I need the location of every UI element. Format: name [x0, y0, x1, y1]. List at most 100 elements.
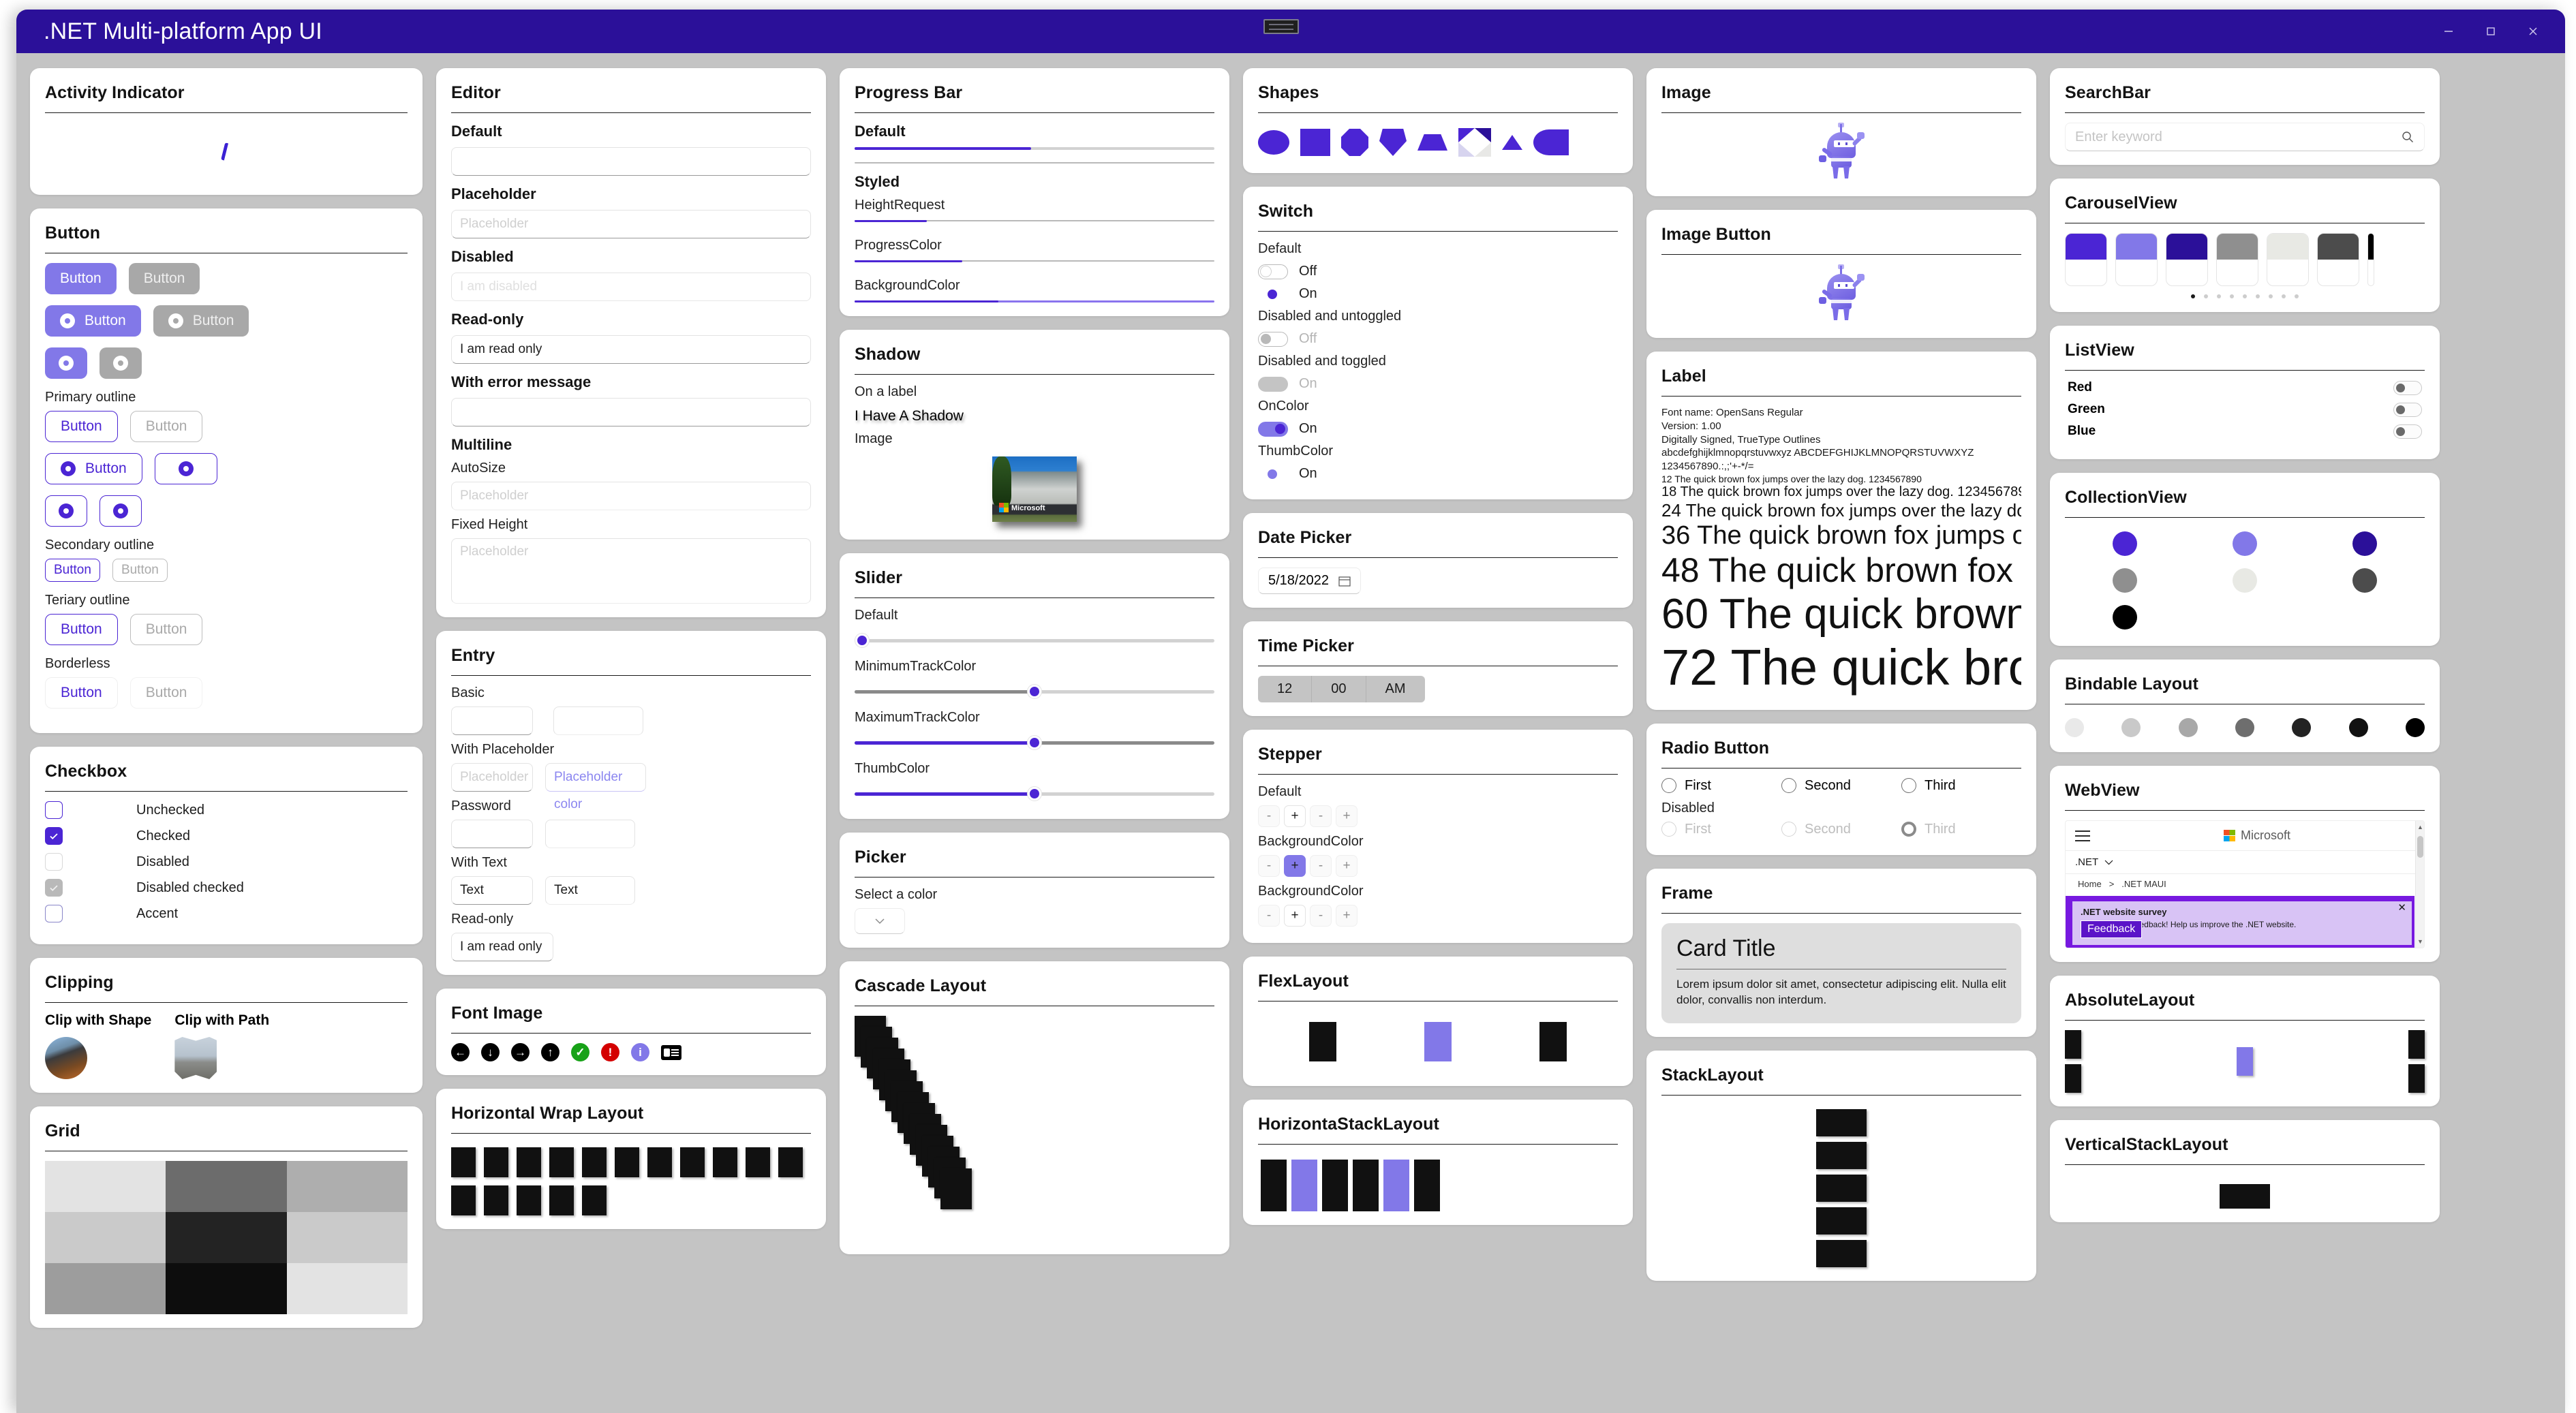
outline-square-button-2[interactable]	[99, 495, 142, 527]
radio-second[interactable]: Second	[1781, 778, 1901, 794]
survey-close-icon[interactable]: ✕	[2397, 901, 2406, 914]
switch-row-off[interactable]: Off	[1258, 264, 1618, 279]
switch-oncolor[interactable]	[1258, 421, 1288, 437]
carousel-dot[interactable]	[2204, 294, 2208, 298]
feedback-button[interactable]: Feedback	[2081, 920, 2143, 938]
radio-first[interactable]: First	[1661, 778, 1781, 794]
date-picker[interactable]: 5/18/2022	[1258, 568, 1361, 594]
switch-on[interactable]	[1258, 287, 1288, 302]
webview-frame[interactable]: Microsoft .NET Home > .NET MAUI .NET web…	[2065, 820, 2425, 948]
switch-row-thumbcolor[interactable]: On	[1258, 466, 1618, 482]
scroll-down-icon[interactable]: ▼	[2417, 938, 2423, 945]
radio-third[interactable]: Third	[1901, 778, 2021, 794]
carousel-dot[interactable]	[2256, 294, 2260, 298]
list-item[interactable]: Blue	[2068, 424, 2422, 439]
entry-basic-input-2[interactable]	[553, 706, 643, 735]
hamburger-menu-icon[interactable]	[2075, 827, 2090, 845]
checkbox-accent[interactable]	[45, 905, 63, 922]
webview-scrollbar[interactable]: ▲ ▼	[2415, 821, 2424, 948]
editor-error-input[interactable]	[451, 398, 811, 426]
list-item[interactable]: Green	[2068, 402, 2422, 417]
time-meridiem[interactable]: AM	[1366, 676, 1425, 702]
collection-item[interactable]	[2352, 568, 2377, 593]
slider-thumb[interactable]	[855, 634, 869, 647]
carousel-dot[interactable]	[2230, 294, 2234, 298]
slider-thumb[interactable]	[1028, 787, 1041, 801]
entry-password-input-1[interactable]	[451, 820, 533, 848]
tertiary-outline-button[interactable]: Button	[45, 614, 118, 645]
carousel-dot[interactable]	[2191, 294, 2195, 298]
carousel-item[interactable]	[2267, 233, 2309, 286]
collection-item[interactable]	[2113, 605, 2137, 630]
primary-icononly-button[interactable]	[45, 347, 87, 379]
carousel-dot[interactable]	[2269, 294, 2273, 298]
list-item-switch[interactable]	[2393, 380, 2422, 395]
entry-text-input-1[interactable]: Text	[451, 876, 533, 905]
editor-autosize-input[interactable]: Placeholder	[451, 482, 811, 510]
entry-placeholder-input[interactable]: Placeholder	[451, 763, 533, 792]
webview-nav[interactable]: .NET	[2066, 851, 2424, 874]
stepper-minus[interactable]: -	[1258, 855, 1280, 877]
window-drag-handle[interactable]	[1263, 19, 1299, 34]
carousel-items[interactable]	[2065, 233, 2425, 286]
slider-min-track[interactable]	[855, 680, 1214, 703]
entry-placeholder-color-input[interactable]: Placeholder color	[545, 763, 646, 811]
checkbox-row-accent[interactable]: Accent	[45, 905, 408, 922]
collection-item[interactable]	[2352, 531, 2377, 556]
carousel-item[interactable]	[2216, 233, 2258, 286]
primary-button[interactable]: Button	[45, 263, 117, 294]
outline-icononly-button[interactable]	[154, 453, 217, 484]
collection-item[interactable]	[2233, 531, 2257, 556]
collection-item[interactable]	[2113, 568, 2137, 593]
switch-row-on[interactable]: On	[1258, 286, 1618, 302]
carousel-item[interactable]	[2166, 233, 2208, 286]
stepper-plus[interactable]: +	[1284, 805, 1306, 827]
switch-row-oncolor[interactable]: On	[1258, 421, 1618, 437]
outline-square-button-1[interactable]	[45, 495, 87, 527]
color-picker-select[interactable]	[855, 908, 905, 934]
radio-icon[interactable]	[1901, 778, 1916, 794]
borderless-button[interactable]: Button	[45, 677, 118, 709]
checkbox-row-unchecked[interactable]: Unchecked	[45, 801, 408, 819]
stepper-minus[interactable]: -	[1258, 905, 1280, 927]
collection-item[interactable]	[2113, 531, 2137, 556]
carousel-dot[interactable]	[2282, 294, 2286, 298]
carousel-indicators[interactable]	[2065, 294, 2425, 298]
scrollbar-thumb[interactable]	[2417, 836, 2423, 858]
outline-icon-button[interactable]: Button	[45, 453, 142, 484]
outline-button[interactable]: Button	[45, 411, 118, 442]
editor-fixed-input[interactable]: Placeholder	[451, 538, 811, 604]
list-item[interactable]: Red	[2068, 380, 2422, 395]
search-input[interactable]: Enter keyword	[2075, 129, 2401, 145]
carousel-item[interactable]	[2367, 233, 2374, 286]
maximize-icon[interactable]	[2470, 10, 2512, 53]
checkbox-checked[interactable]	[45, 827, 63, 845]
stepper-plus[interactable]: +	[1284, 855, 1306, 877]
close-icon[interactable]	[2512, 10, 2554, 53]
entry-basic-input-1[interactable]	[451, 706, 533, 735]
time-hour[interactable]: 12	[1258, 676, 1313, 702]
switch-off[interactable]	[1258, 264, 1288, 279]
scroll-up-icon[interactable]: ▲	[2417, 824, 2423, 830]
stepper-plus[interactable]: +	[1284, 905, 1306, 927]
dotnet-bot-image-button[interactable]	[1818, 264, 1865, 322]
slider-thumb[interactable]	[1028, 736, 1041, 749]
minimize-icon[interactable]	[2427, 10, 2470, 53]
checkbox-row-checked[interactable]: Checked	[45, 827, 408, 845]
secondary-outline-button[interactable]: Button	[45, 559, 100, 582]
slider-default[interactable]	[855, 629, 1214, 652]
editor-placeholder-input[interactable]: Placeholder	[451, 210, 811, 238]
radio-icon[interactable]	[1661, 778, 1676, 794]
primary-icon-button[interactable]: Button	[45, 305, 141, 337]
collection-item[interactable]	[2233, 568, 2257, 593]
carousel-item[interactable]	[2317, 233, 2359, 286]
time-picker[interactable]: 12 00 AM	[1258, 676, 1425, 702]
time-minute[interactable]: 00	[1312, 676, 1366, 702]
breadcrumb-home[interactable]: Home	[2078, 879, 2102, 889]
editor-default-input[interactable]	[451, 147, 811, 176]
radio-icon[interactable]	[1781, 778, 1796, 794]
slider-thumb-color[interactable]	[855, 782, 1214, 805]
entry-password-input-2[interactable]	[545, 820, 635, 848]
carousel-dot[interactable]	[2243, 294, 2247, 298]
stepper-minus[interactable]: -	[1258, 805, 1280, 827]
